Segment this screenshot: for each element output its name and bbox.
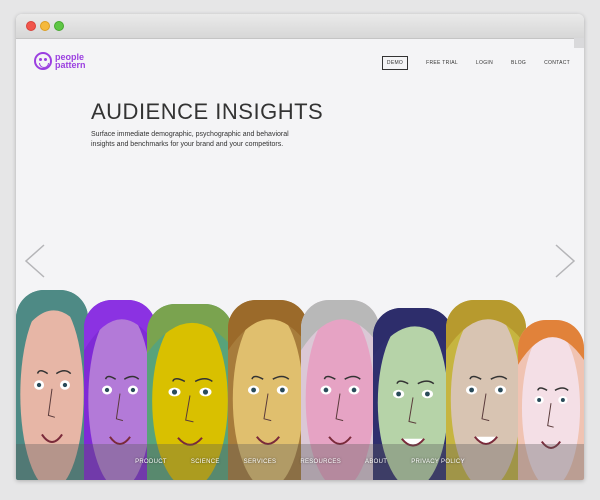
- face-pupil-right: [351, 387, 357, 393]
- title-bar: [16, 14, 584, 39]
- hero-subtitle: Surface immediate demographic, psychogra…: [91, 131, 289, 148]
- face-pupil-left: [104, 387, 110, 393]
- face-pupil-right: [560, 398, 565, 402]
- nav-free-trial-link[interactable]: FREE TRIAL: [426, 60, 458, 66]
- footer-science-link[interactable]: SCIENCE: [191, 459, 220, 465]
- face-pupil-right: [280, 387, 285, 393]
- close-window-button[interactable]: [26, 21, 36, 31]
- face-pupil-right: [498, 387, 503, 393]
- carousel-next-button[interactable]: [552, 243, 578, 279]
- chevron-right-icon: [555, 244, 576, 278]
- carousel-prev-button[interactable]: [22, 243, 48, 279]
- main-nav: DEMO FREE TRIAL LOGIN BLOG CONTACT: [381, 56, 570, 70]
- face-pupil-left: [396, 391, 401, 397]
- face-pupil-right: [62, 382, 68, 388]
- browser-window: people pattern DEMO FREE TRIAL LOGIN BLO…: [16, 14, 584, 480]
- footer-nav: PRODUCT SCIENCE SERVICES RESOURCES ABOUT…: [16, 444, 584, 480]
- chevron-left-icon: [24, 244, 45, 278]
- nav-contact-link[interactable]: CONTACT: [544, 60, 570, 66]
- face-pupil-left: [171, 389, 178, 395]
- face-pupil-right: [202, 389, 209, 395]
- face-pupil-left: [36, 382, 42, 388]
- maximize-window-button[interactable]: [54, 21, 64, 31]
- footer-resources-link[interactable]: RESOURCES: [300, 459, 341, 465]
- hero-title: AUDIENCE INSIGHTS: [91, 99, 324, 124]
- face-pupil-left: [537, 398, 542, 402]
- nav-login-link[interactable]: LOGIN: [476, 60, 493, 66]
- nav-demo-button[interactable]: DEMO: [381, 56, 409, 70]
- face-pupil-left: [251, 387, 256, 393]
- face-pupil-left: [469, 387, 474, 393]
- face-pupil-right: [425, 391, 430, 397]
- footer-services-link[interactable]: SERVICES: [244, 459, 277, 465]
- face-pupil-left: [323, 387, 329, 393]
- footer-privacy-link[interactable]: PRIVACY POLICY: [411, 459, 465, 465]
- site-logo[interactable]: people pattern: [34, 52, 86, 70]
- logo-icon: [34, 52, 52, 70]
- minimize-window-button[interactable]: [40, 21, 50, 31]
- footer-product-link[interactable]: PRODUCT: [135, 459, 167, 465]
- logo-line2: pattern: [55, 60, 86, 70]
- face-pupil-right: [130, 387, 136, 393]
- logo-text: people pattern: [55, 53, 86, 70]
- window-corner: [574, 38, 584, 48]
- nav-blog-link[interactable]: BLOG: [511, 60, 526, 66]
- footer-about-link[interactable]: ABOUT: [365, 459, 387, 465]
